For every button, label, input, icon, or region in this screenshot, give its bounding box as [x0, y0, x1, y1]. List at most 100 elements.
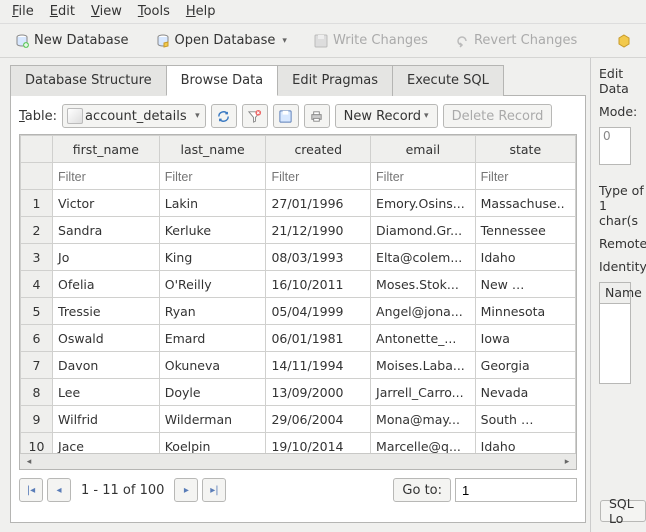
- cell-created[interactable]: 13/09/2000: [266, 379, 371, 406]
- cell-state[interactable]: Iowa: [475, 325, 575, 352]
- row-number[interactable]: 3: [21, 244, 53, 271]
- cell-first-name[interactable]: Davon: [53, 352, 160, 379]
- cell-first-name[interactable]: Ofelia: [53, 271, 160, 298]
- table-select[interactable]: account_details: [62, 104, 206, 128]
- table-row[interactable]: 6 Oswald Emard 06/01/1981 Antonette_... …: [21, 325, 576, 352]
- cell-created[interactable]: 14/11/1994: [266, 352, 371, 379]
- cell-last-name[interactable]: Ryan: [159, 298, 266, 325]
- cell-first-name[interactable]: Tressie: [53, 298, 160, 325]
- cell-state[interactable]: Idaho: [475, 244, 575, 271]
- edit-cell-value[interactable]: 0: [599, 127, 631, 165]
- col-email[interactable]: email: [371, 136, 476, 163]
- cell-last-name[interactable]: Kerluke: [159, 217, 266, 244]
- cell-created[interactable]: 08/03/1993: [266, 244, 371, 271]
- cell-email[interactable]: Diamond.Gr...: [371, 217, 476, 244]
- row-number[interactable]: 5: [21, 298, 53, 325]
- cell-email[interactable]: Angel@jona...: [371, 298, 476, 325]
- table-row[interactable]: 2 Sandra Kerluke 21/12/1990 Diamond.Gr..…: [21, 217, 576, 244]
- tab-execute-sql[interactable]: Execute SQL: [392, 65, 504, 96]
- clear-filters-button[interactable]: [242, 104, 268, 128]
- pager-prev[interactable]: ◂: [47, 478, 71, 502]
- cell-state[interactable]: Massachuse..: [475, 190, 575, 217]
- cell-last-name[interactable]: Lakin: [159, 190, 266, 217]
- cell-first-name[interactable]: Sandra: [53, 217, 160, 244]
- cell-last-name[interactable]: Okuneva: [159, 352, 266, 379]
- row-number[interactable]: 9: [21, 406, 53, 433]
- col-created[interactable]: created: [266, 136, 371, 163]
- table-row[interactable]: 5 Tressie Ryan 05/04/1999 Angel@jona... …: [21, 298, 576, 325]
- menu-tools[interactable]: Tools: [130, 2, 178, 21]
- cell-email[interactable]: Elta@colem...: [371, 244, 476, 271]
- filter-last-name[interactable]: [165, 170, 261, 184]
- row-number[interactable]: 8: [21, 379, 53, 406]
- cell-state[interactable]: South …: [475, 406, 575, 433]
- pager-last[interactable]: ▸|: [202, 478, 226, 502]
- new-record-button[interactable]: New Record▾: [335, 104, 438, 128]
- cell-email[interactable]: Moses.Stok...: [371, 271, 476, 298]
- cell-state[interactable]: Minnesota: [475, 298, 575, 325]
- cell-email[interactable]: Moises.Laba...: [371, 352, 476, 379]
- tab-edit-pragmas[interactable]: Edit Pragmas: [277, 65, 393, 96]
- cell-created[interactable]: 16/10/2011: [266, 271, 371, 298]
- cell-state[interactable]: Nevada: [475, 379, 575, 406]
- table-row[interactable]: 3 Jo King 08/03/1993 Elta@colem... Idaho: [21, 244, 576, 271]
- toolbar-overflow[interactable]: [610, 29, 638, 53]
- goto-input[interactable]: [455, 478, 577, 502]
- cell-state[interactable]: Georgia: [475, 352, 575, 379]
- row-number[interactable]: 4: [21, 271, 53, 298]
- table-row[interactable]: 9 Wilfrid Wilderman 29/06/2004 Mona@may.…: [21, 406, 576, 433]
- cell-first-name[interactable]: Oswald: [53, 325, 160, 352]
- cell-first-name[interactable]: Wilfrid: [53, 406, 160, 433]
- row-number[interactable]: 7: [21, 352, 53, 379]
- tab-browse-data[interactable]: Browse Data: [166, 65, 279, 96]
- cell-email[interactable]: Antonette_...: [371, 325, 476, 352]
- sql-log-button[interactable]: SQL Lo: [600, 500, 646, 522]
- cell-state[interactable]: New …: [475, 271, 575, 298]
- table-row[interactable]: 1 Victor Lakin 27/01/1996 Emory.Osins...…: [21, 190, 576, 217]
- cell-email[interactable]: Jarrell_Carro...: [371, 379, 476, 406]
- pager-next[interactable]: ▸: [174, 478, 198, 502]
- table-row[interactable]: 8 Lee Doyle 13/09/2000 Jarrell_Carro... …: [21, 379, 576, 406]
- refresh-button[interactable]: [211, 104, 237, 128]
- remote-name-header[interactable]: Name: [599, 282, 631, 304]
- cell-first-name[interactable]: Lee: [53, 379, 160, 406]
- table-row[interactable]: 4 Ofelia O'Reilly 16/10/2011 Moses.Stok.…: [21, 271, 576, 298]
- table-row[interactable]: 7 Davon Okuneva 14/11/1994 Moises.Laba..…: [21, 352, 576, 379]
- cell-state[interactable]: Tennessee: [475, 217, 575, 244]
- open-database-dropdown-icon[interactable]: ▾: [282, 36, 287, 46]
- goto-button[interactable]: Go to:: [393, 478, 451, 502]
- cell-last-name[interactable]: King: [159, 244, 266, 271]
- cell-last-name[interactable]: Doyle: [159, 379, 266, 406]
- cell-email[interactable]: Mona@may...: [371, 406, 476, 433]
- filter-first-name[interactable]: [58, 170, 154, 184]
- row-number[interactable]: 6: [21, 325, 53, 352]
- pager-first[interactable]: |◂: [19, 478, 43, 502]
- cell-first-name[interactable]: Jo: [53, 244, 160, 271]
- tab-database-structure[interactable]: Database Structure: [10, 65, 167, 96]
- scroll-right-icon[interactable]: ▸: [560, 456, 574, 468]
- filter-email[interactable]: [376, 170, 470, 184]
- cell-created[interactable]: 05/04/1999: [266, 298, 371, 325]
- print-button[interactable]: [304, 104, 330, 128]
- filter-state[interactable]: [481, 170, 570, 184]
- cell-created[interactable]: 06/01/1981: [266, 325, 371, 352]
- col-first-name[interactable]: first_name: [53, 136, 160, 163]
- new-database-button[interactable]: New Database: [8, 29, 135, 53]
- col-last-name[interactable]: last_name: [159, 136, 266, 163]
- cell-last-name[interactable]: O'Reilly: [159, 271, 266, 298]
- row-number[interactable]: 1: [21, 190, 53, 217]
- cell-email[interactable]: Emory.Osins...: [371, 190, 476, 217]
- menu-view[interactable]: View: [83, 2, 130, 21]
- cell-first-name[interactable]: Victor: [53, 190, 160, 217]
- data-grid[interactable]: first_name last_name created email state: [19, 134, 577, 470]
- scroll-left-icon[interactable]: ◂: [22, 456, 36, 468]
- menu-file[interactable]: File: [4, 2, 42, 21]
- menu-edit[interactable]: Edit: [42, 2, 83, 21]
- cell-last-name[interactable]: Wilderman: [159, 406, 266, 433]
- filter-created[interactable]: [271, 170, 365, 184]
- open-database-button[interactable]: Open Database ▾: [149, 29, 293, 53]
- menu-help[interactable]: Help: [178, 2, 224, 21]
- row-number[interactable]: 2: [21, 217, 53, 244]
- col-state[interactable]: state: [475, 136, 575, 163]
- horizontal-scrollbar[interactable]: ◂ ▸: [20, 453, 576, 469]
